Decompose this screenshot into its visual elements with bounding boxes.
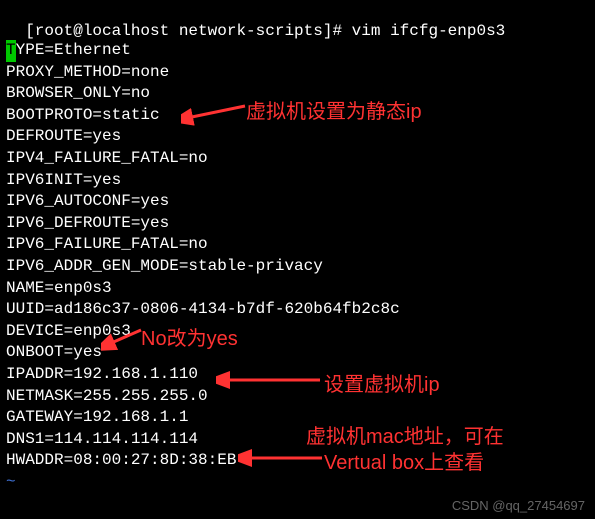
config-line-onboot: ONBOOT=yes <box>6 342 589 364</box>
config-line-hwaddr: HWADDR=08:00:27:8D:38:EB <box>6 450 589 472</box>
vim-tilde-line: ~ <box>6 472 589 494</box>
config-line-proxy-method: PROXY_METHOD=none <box>6 62 589 84</box>
prompt-text: [root@localhost network-scripts]# vim if… <box>25 22 505 40</box>
config-line-ipaddr: IPADDR=192.168.1.110 <box>6 364 589 386</box>
config-line-device: DEVICE=enp0s3 <box>6 321 589 343</box>
vim-editor-content[interactable]: TYPE=Ethernet PROXY_METHOD=none BROWSER_… <box>6 40 589 493</box>
config-line-defroute: DEFROUTE=yes <box>6 126 589 148</box>
annotation-mac-line2: Vertual box上查看 <box>324 446 484 475</box>
config-line-ipv6-autoconf: IPV6_AUTOCONF=yes <box>6 191 589 213</box>
config-line-uuid: UUID=ad186c37-0806-4134-b7df-620b64fb2c8… <box>6 299 589 321</box>
config-line-ipv6-defroute: IPV6_DEFROUTE=yes <box>6 213 589 235</box>
config-line-ipv6init: IPV6INIT=yes <box>6 170 589 192</box>
config-line-name: NAME=enp0s3 <box>6 278 589 300</box>
config-line-ipv4-failure: IPV4_FAILURE_FATAL=no <box>6 148 589 170</box>
annotation-static-ip: 虚拟机设置为静态ip <box>246 95 422 124</box>
config-line-type: TYPE=Ethernet <box>6 40 589 62</box>
vim-cursor: T <box>6 40 16 62</box>
config-line-ipv6-failure: IPV6_FAILURE_FATAL=no <box>6 234 589 256</box>
watermark-text: CSDN @qq_27454697 <box>452 498 585 513</box>
annotation-mac-line1: 虚拟机mac地址，可在 <box>306 420 504 449</box>
config-line-netmask: NETMASK=255.255.255.0 <box>6 386 589 408</box>
annotation-set-ip: 设置虚拟机ip <box>324 368 440 397</box>
config-line-ipv6-addr-gen: IPV6_ADDR_GEN_MODE=stable-privacy <box>6 256 589 278</box>
shell-prompt-line: [root@localhost network-scripts]# vim if… <box>6 4 589 40</box>
annotation-no-to-yes: No改为yes <box>141 322 238 351</box>
